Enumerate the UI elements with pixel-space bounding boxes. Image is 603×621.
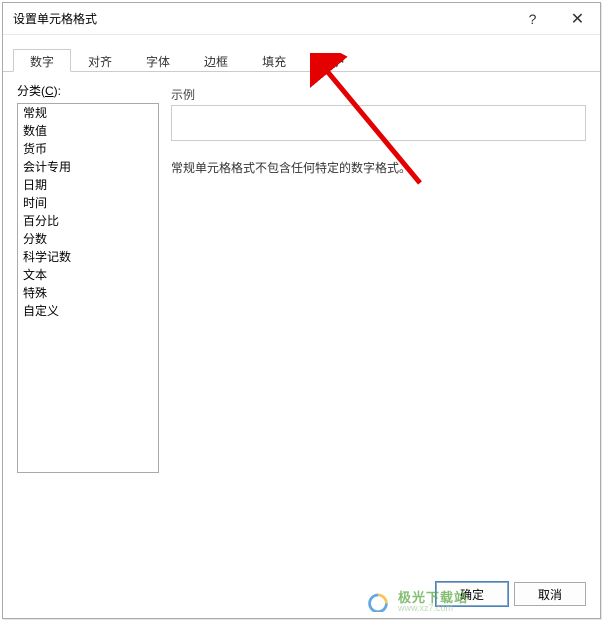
category-column: 分类(C): 常规 数值 货币 会计专用 日期 时间 百分比 分数 科学记数 文… (17, 82, 159, 473)
tabs-bar: 数字 对齐 字体 边框 填充 保护 (3, 49, 600, 72)
category-label: 分类(C): (17, 82, 159, 99)
close-button[interactable]: ✕ (555, 4, 600, 34)
list-item[interactable]: 会计专用 (18, 158, 158, 176)
list-item[interactable]: 百分比 (18, 212, 158, 230)
help-icon: ? (529, 11, 537, 27)
tab-alignment[interactable]: 对齐 (71, 49, 129, 72)
tab-font[interactable]: 字体 (129, 49, 187, 72)
sample-label: 示例 (171, 86, 586, 103)
tab-fill[interactable]: 填充 (245, 49, 303, 72)
titlebar: 设置单元格格式 ? ✕ (3, 3, 600, 35)
list-item[interactable]: 文本 (18, 266, 158, 284)
dialog-footer: 确定 取消 (436, 582, 586, 606)
format-cells-dialog: 设置单元格格式 ? ✕ 数字 对齐 字体 边框 填充 保护 分类(C): 常规 … (2, 2, 601, 619)
tab-protection[interactable]: 保护 (303, 49, 361, 72)
sample-box (171, 105, 586, 141)
list-item[interactable]: 日期 (18, 176, 158, 194)
list-item[interactable]: 科学记数 (18, 248, 158, 266)
list-item[interactable]: 数值 (18, 122, 158, 140)
list-item[interactable]: 自定义 (18, 302, 158, 320)
content-area: 分类(C): 常规 数值 货币 会计专用 日期 时间 百分比 分数 科学记数 文… (3, 72, 600, 483)
list-item[interactable]: 分数 (18, 230, 158, 248)
ok-button[interactable]: 确定 (436, 582, 508, 606)
detail-column: 示例 常规单元格格式不包含任何特定的数字格式。 (171, 82, 586, 473)
tab-border[interactable]: 边框 (187, 49, 245, 72)
close-icon: ✕ (571, 9, 584, 29)
list-item[interactable]: 时间 (18, 194, 158, 212)
dialog-title: 设置单元格格式 (13, 10, 510, 27)
help-button[interactable]: ? (510, 4, 555, 34)
category-listbox[interactable]: 常规 数值 货币 会计专用 日期 时间 百分比 分数 科学记数 文本 特殊 自定… (17, 103, 159, 473)
list-item[interactable]: 常规 (18, 104, 158, 122)
list-item[interactable]: 特殊 (18, 284, 158, 302)
list-item[interactable]: 货币 (18, 140, 158, 158)
format-description: 常规单元格格式不包含任何特定的数字格式。 (171, 159, 586, 176)
tab-number[interactable]: 数字 (13, 49, 71, 72)
cancel-button[interactable]: 取消 (514, 582, 586, 606)
